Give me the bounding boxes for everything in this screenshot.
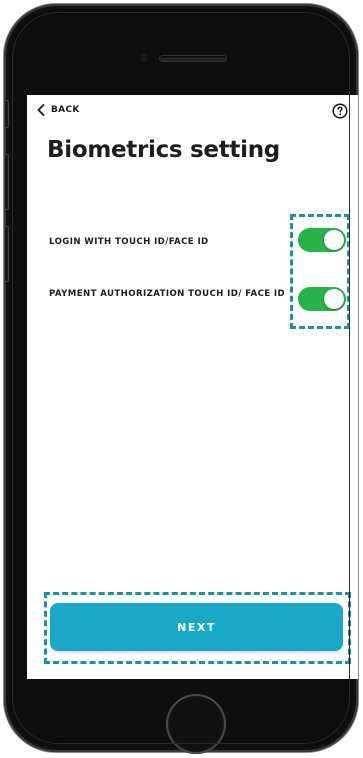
setting-label-login: LOGIN WITH TOUCH ID/FACE ID (49, 237, 209, 247)
payment-biometric-toggle[interactable] (298, 287, 346, 311)
home-button[interactable] (166, 694, 226, 754)
page-title: Biometrics setting (47, 137, 280, 163)
mute-switch (4, 100, 9, 128)
next-highlight-box (44, 592, 351, 664)
front-camera (140, 54, 148, 62)
login-biometric-toggle[interactable] (298, 228, 346, 252)
toggle-knob (324, 289, 344, 309)
earpiece-speaker (160, 56, 226, 61)
volume-up-button (4, 154, 9, 210)
chevron-left-icon (37, 104, 45, 116)
toggle-knob (324, 230, 344, 250)
phone-frame: BACK Biometrics setting LOGIN WITH TOUCH… (4, 4, 358, 754)
setting-label-payment: PAYMENT AUTHORIZATION TOUCH ID/ FACE ID (49, 289, 286, 299)
back-label: BACK (51, 105, 80, 115)
app-screen: BACK Biometrics setting LOGIN WITH TOUCH… (27, 95, 358, 679)
next-button[interactable]: NEXT (50, 603, 343, 651)
volume-down-button (4, 226, 9, 282)
toggles-highlight-box (290, 214, 350, 329)
back-button[interactable]: BACK (37, 104, 80, 116)
question-circle-icon[interactable] (332, 103, 348, 119)
